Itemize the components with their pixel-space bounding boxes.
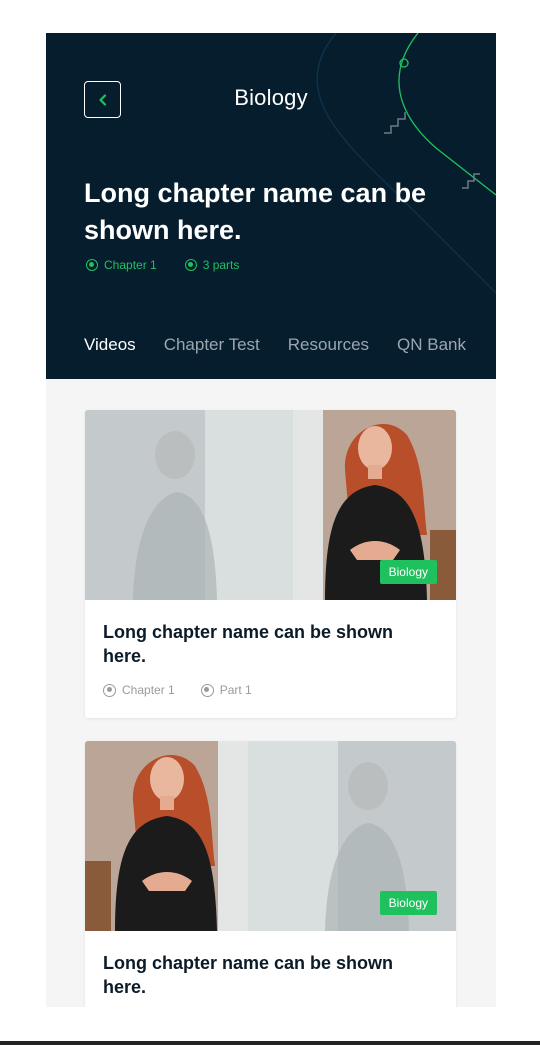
tab-resources[interactable]: Resources bbox=[288, 335, 369, 368]
subject-badge: Biology bbox=[379, 891, 437, 915]
chapter-header: Biology Long chapter name can be shown h… bbox=[46, 33, 496, 379]
radio-icon bbox=[103, 683, 116, 697]
tab-bar: Videos Chapter Test Resources QN Bank bbox=[84, 335, 466, 368]
tab-chapter-test[interactable]: Chapter Test bbox=[164, 335, 260, 368]
video-thumbnail[interactable]: Biology bbox=[85, 410, 456, 600]
video-title: Long chapter name can be shown here. bbox=[103, 622, 394, 666]
tab-qn-bank[interactable]: QN Bank bbox=[397, 335, 466, 368]
app-screen: Biology Long chapter name can be shown h… bbox=[46, 33, 496, 1007]
chapter-heading: Long chapter name can be shown here. bbox=[84, 178, 427, 245]
video-chapter-label: Chapter 1 bbox=[122, 683, 175, 697]
tab-videos[interactable]: Videos bbox=[84, 335, 136, 368]
video-chapter-meta: Chapter 1 bbox=[103, 683, 175, 697]
radio-icon bbox=[184, 259, 197, 271]
chapter-meta: Chapter 1 3 parts bbox=[86, 258, 239, 272]
video-meta: Chapter 1 Part 1 bbox=[103, 683, 438, 697]
parts-label: 3 parts bbox=[202, 258, 240, 272]
chapter-meta-item: Chapter 1 bbox=[86, 258, 157, 272]
video-title: Long chapter name can be shown here. bbox=[103, 953, 394, 997]
video-part-meta: Part 1 bbox=[200, 683, 252, 697]
subject-badge: Biology bbox=[379, 560, 437, 584]
video-card[interactable]: Biology Long chapter name can be shown h… bbox=[85, 741, 456, 1007]
video-card[interactable]: Biology Long chapter name can be shown h… bbox=[85, 410, 456, 718]
bottom-divider bbox=[0, 1041, 540, 1045]
page-title: Biology bbox=[234, 85, 308, 110]
chapter-label: Chapter 1 bbox=[104, 258, 157, 272]
radio-icon bbox=[200, 683, 214, 697]
video-thumbnail[interactable]: Biology bbox=[85, 741, 456, 931]
radio-icon bbox=[86, 259, 98, 271]
video-part-label: Part 1 bbox=[219, 683, 252, 697]
parts-meta-item: 3 parts bbox=[184, 258, 240, 272]
